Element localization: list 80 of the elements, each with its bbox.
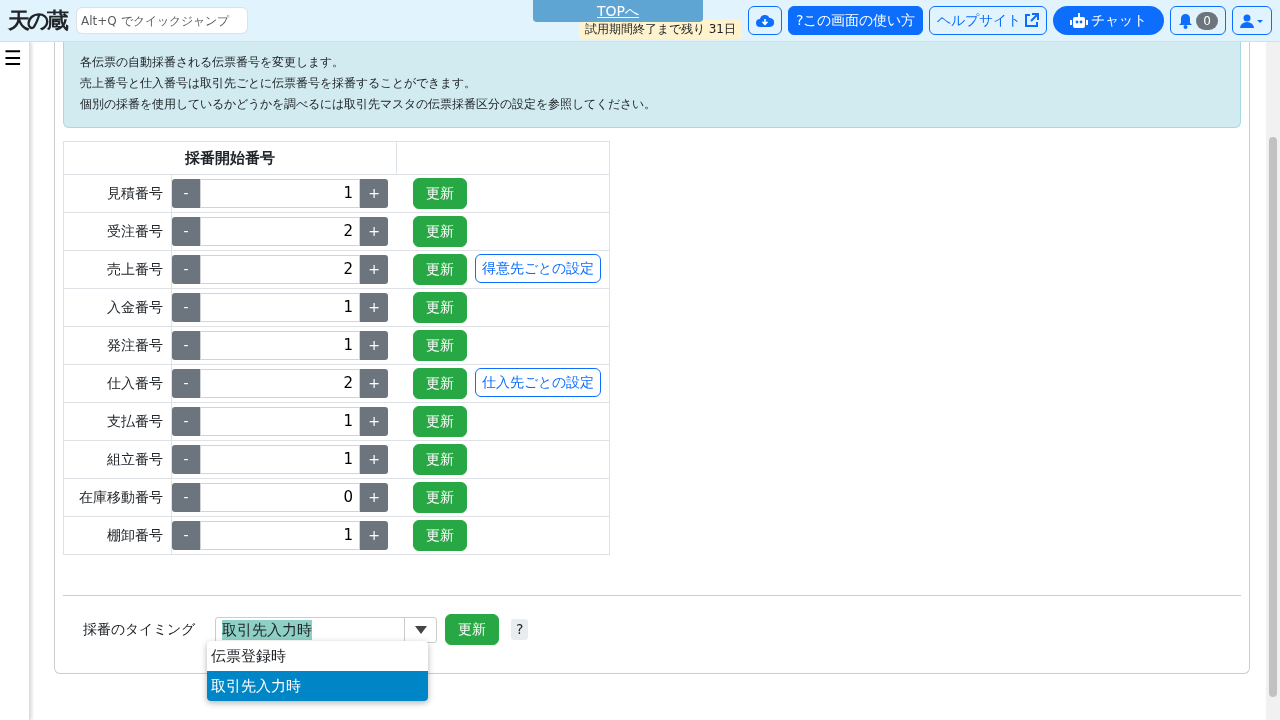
trial-badge: 試用期間終了まで残り 31日 [578,20,742,39]
scrollbar[interactable] [1266,42,1280,720]
increment-button[interactable]: + [360,483,388,512]
user-icon [1240,13,1264,28]
top-link[interactable]: TOPへ [533,0,703,22]
update-button[interactable]: 更新 [412,254,467,285]
row-label: 発注番号 [63,326,172,365]
decrement-button[interactable]: - [172,179,200,208]
menu-button[interactable]: ☰ [0,42,26,74]
info-text: 各伝票の自動採番される伝票番号を変更します。 [80,54,345,71]
increment-button[interactable]: + [360,331,388,360]
decrement-button[interactable]: - [172,369,200,398]
increment-button[interactable]: + [360,445,388,474]
decrement-button[interactable]: - [172,293,200,322]
caret-icon [414,625,427,634]
increment-button[interactable]: + [360,217,388,246]
quick-jump-field[interactable]: Alt+Q でクイックジャンプ [76,7,248,34]
decrement-button[interactable]: - [172,255,200,284]
row-label: 仕入番号 [63,364,172,403]
user-menu-button[interactable] [1232,6,1272,35]
row-label: 受注番号 [63,212,172,251]
decrement-button[interactable]: - [172,483,200,512]
number-field[interactable]: 2 [200,369,360,398]
row-label: 棚卸番号 [63,516,172,555]
cloud-download-icon [755,13,774,28]
decrement-button[interactable]: - [172,445,200,474]
update-button[interactable]: 更新 [412,330,467,361]
row-label: 見積番号 [63,174,172,213]
row-label: 支払番号 [63,402,172,441]
robot-icon [1070,12,1089,29]
logo[interactable]: 天の蔵 [8,4,66,37]
increment-button[interactable]: + [360,293,388,322]
howto-button[interactable]: ?この画面の使い方 [787,6,924,35]
row-label: 売上番号 [63,250,172,289]
notification-button[interactable]: 0 [1170,6,1226,35]
number-field[interactable]: 1 [200,521,360,550]
row-label: 入金番号 [63,288,172,327]
table-heading: 採番開始番号 [63,141,397,175]
decrement-button[interactable]: - [172,521,200,550]
number-field[interactable]: 0 [200,483,360,512]
update-button[interactable]: 更新 [412,178,467,209]
bell-icon [1178,12,1194,29]
settings-button[interactable]: 得意先ごとの設定 [474,254,601,283]
info-text: 個別の採番を使用しているかどうかを調べるには取引先マスタの伝票採番区分の設定を参照してください。 [80,96,657,113]
external-link-icon [1024,13,1040,28]
notification-count: 0 [1196,11,1218,30]
update-button[interactable]: 更新 [412,482,467,513]
increment-button[interactable]: + [360,369,388,398]
update-button[interactable]: 更新 [445,614,499,645]
info-text: 売上番号と仕入番号は取引先ごとに伝票番号を採番することができます。 [80,75,477,92]
increment-button[interactable]: + [360,255,388,284]
row-label: 組立番号 [63,440,172,479]
number-field[interactable]: 1 [200,445,360,474]
chat-button[interactable]: チャット [1053,6,1165,35]
number-field[interactable]: 1 [200,407,360,436]
decrement-button[interactable]: - [172,217,200,246]
row-label: 在庫移動番号 [63,478,172,517]
number-field[interactable]: 2 [200,217,360,246]
update-button[interactable]: 更新 [412,368,467,399]
number-field[interactable]: 1 [200,293,360,322]
dropdown-option[interactable]: 取引先入力時 [207,671,428,701]
dropdown-option[interactable]: 伝票登録時 [207,641,428,671]
number-field[interactable]: 1 [200,331,360,360]
number-field[interactable]: 2 [200,255,360,284]
update-button[interactable]: 更新 [412,520,467,551]
update-button[interactable]: 更新 [412,406,467,437]
decrement-button[interactable]: - [172,331,200,360]
timing-label: 採番のタイミング [83,620,196,640]
help-site-button[interactable]: ヘルプサイト [929,6,1048,35]
update-button[interactable]: 更新 [412,216,467,247]
decrement-button[interactable]: - [172,407,200,436]
help-button[interactable]: ? [511,619,529,640]
increment-button[interactable]: + [360,521,388,550]
update-button[interactable]: 更新 [412,292,467,323]
download-button[interactable] [747,6,782,35]
increment-button[interactable]: + [360,179,388,208]
number-field[interactable]: 1 [200,179,360,208]
update-button[interactable]: 更新 [412,444,467,475]
increment-button[interactable]: + [360,407,388,436]
settings-button[interactable]: 仕入先ごとの設定 [474,368,601,397]
